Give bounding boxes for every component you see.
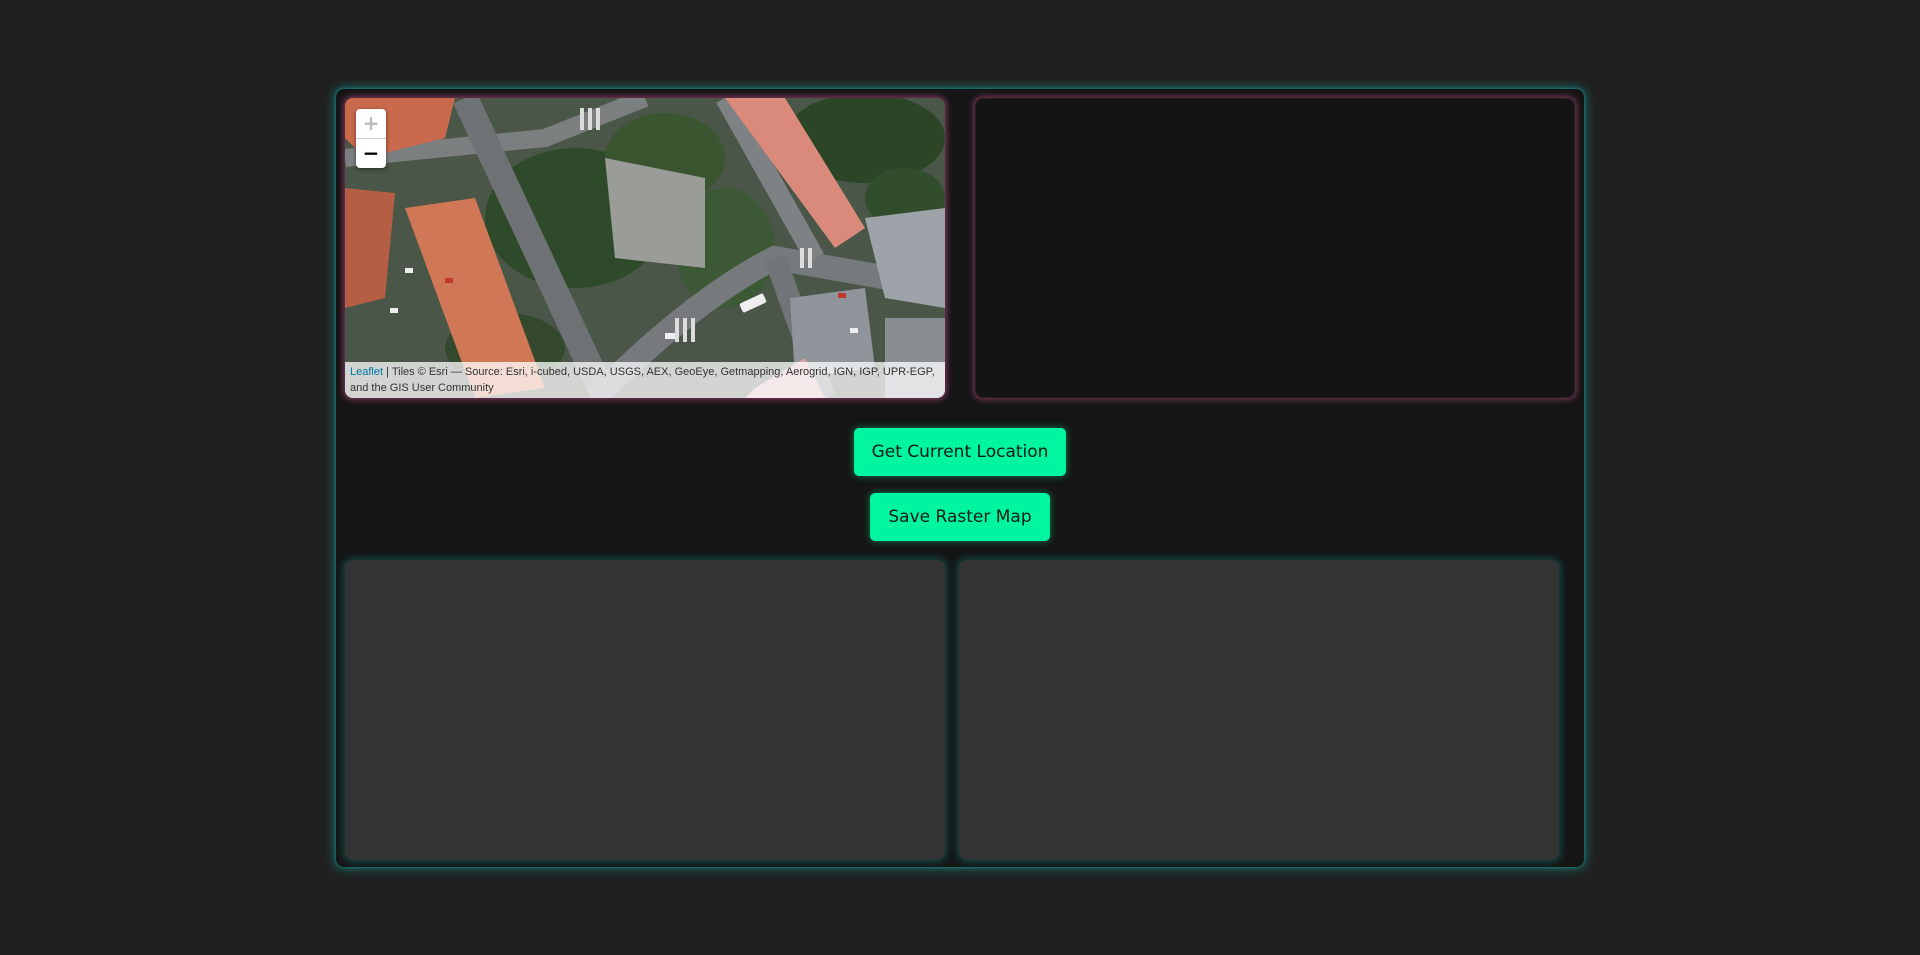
secondary-view-panel xyxy=(975,98,1575,398)
leaflet-link[interactable]: Leaflet xyxy=(350,366,383,378)
attribution-separator: | xyxy=(383,366,392,378)
get-current-location-button[interactable]: Get Current Location xyxy=(854,428,1066,476)
zoom-out-button[interactable]: − xyxy=(356,139,386,168)
satellite-imagery xyxy=(345,98,945,398)
app-container: + − Leaflet | Tiles © Esri — Source: Esr… xyxy=(336,89,1584,867)
save-raster-map-button[interactable]: Save Raster Map xyxy=(870,493,1050,541)
output-panel-right xyxy=(959,560,1559,860)
map-attribution: Leaflet | Tiles © Esri — Source: Esri, i… xyxy=(345,362,945,398)
zoom-in-button[interactable]: + xyxy=(356,109,386,139)
zoom-control: + − xyxy=(356,109,386,168)
attribution-text: Tiles © Esri — Source: Esri, i-cubed, US… xyxy=(350,366,935,394)
output-panel-left xyxy=(345,560,945,860)
map-view[interactable]: + − Leaflet | Tiles © Esri — Source: Esr… xyxy=(345,98,945,398)
